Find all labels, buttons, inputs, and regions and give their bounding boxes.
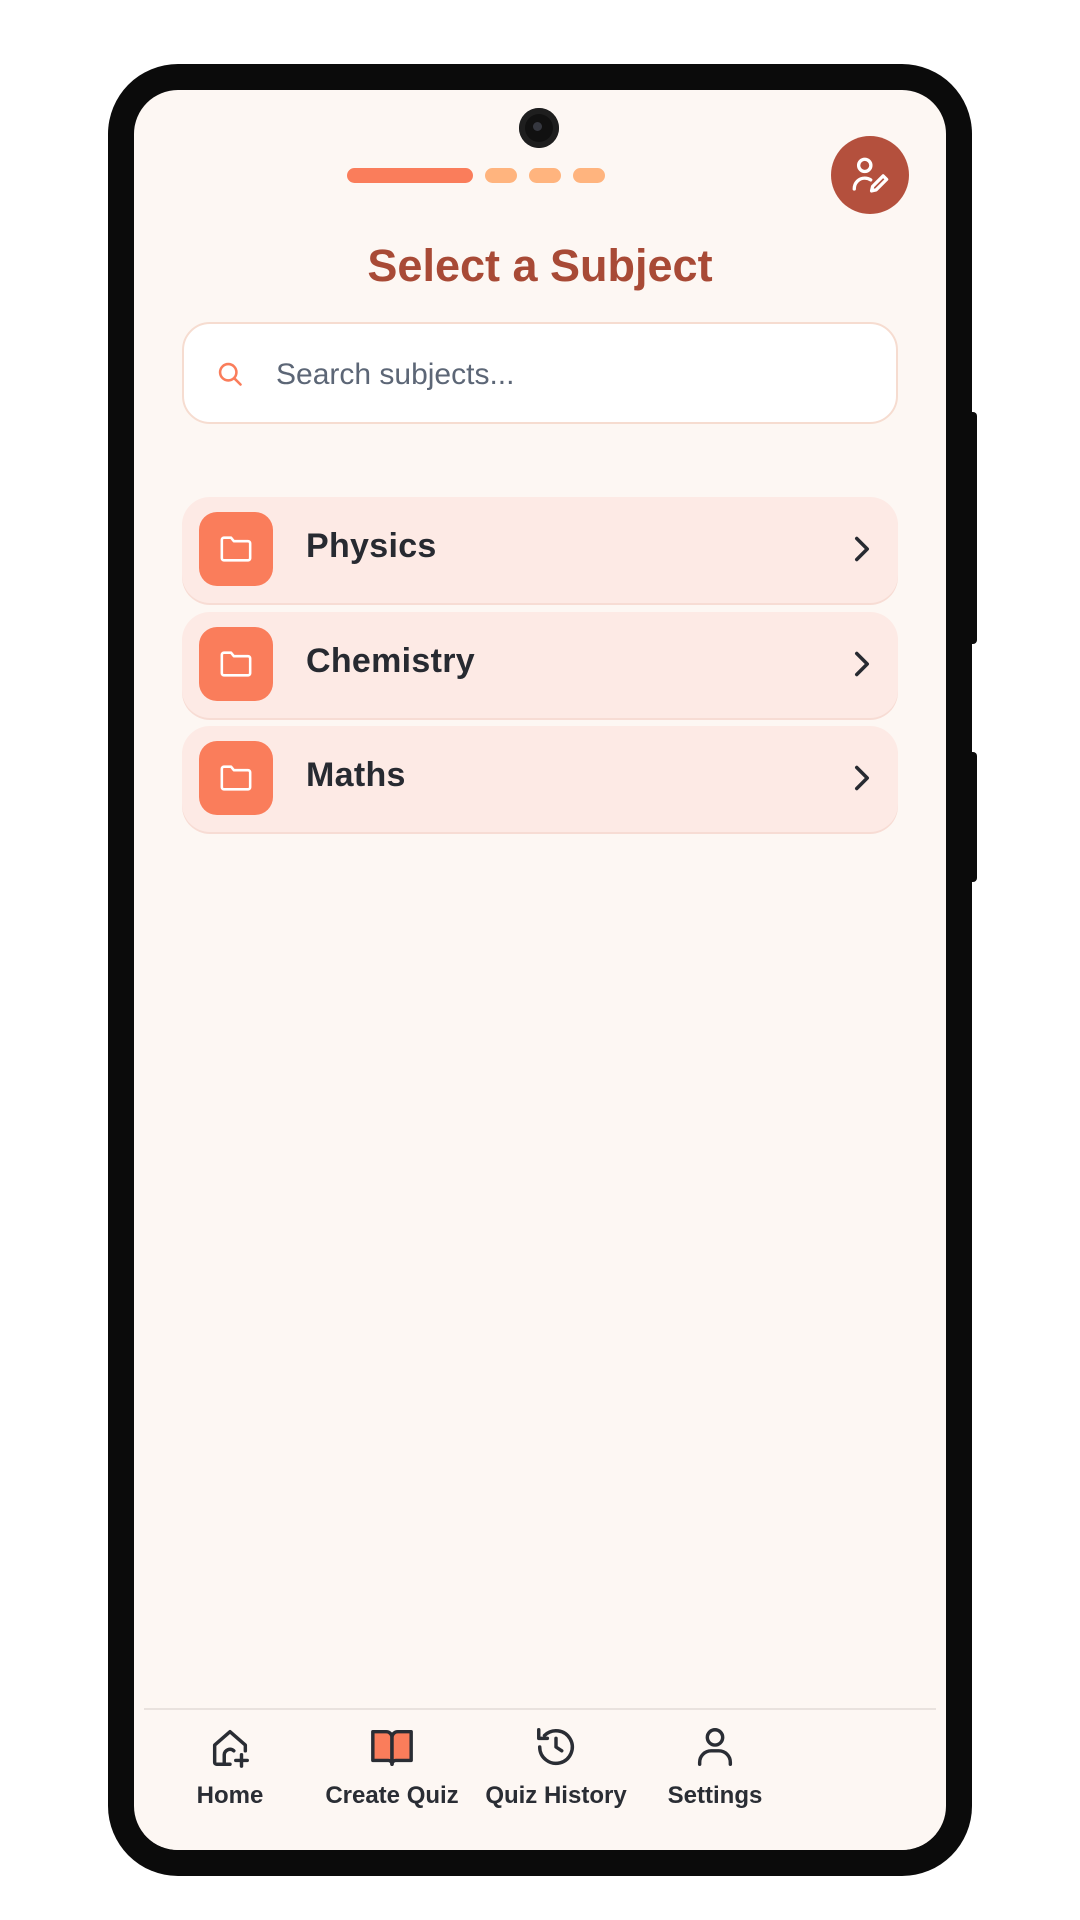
user-icon <box>697 1728 733 1766</box>
progress-step-1-active <box>347 168 473 183</box>
app-screen: Select a Subject Physics <box>134 90 946 1850</box>
bottom-navigation: Home Create Quiz Quiz History Settings <box>144 1708 936 1850</box>
user-edit-icon <box>852 157 889 193</box>
edit-profile-button[interactable] <box>831 136 909 214</box>
folder-icon-container <box>199 512 273 586</box>
chevron-right-icon <box>855 536 869 562</box>
home-add-icon <box>212 1729 249 1768</box>
search-input[interactable] <box>274 344 858 406</box>
folder-icon-container <box>199 627 273 701</box>
volume-button <box>971 412 977 644</box>
progress-step-4 <box>573 168 605 183</box>
nav-label: Settings <box>667 1782 763 1809</box>
page-title: Select a Subject <box>367 240 713 291</box>
book-open-icon <box>371 1729 413 1766</box>
phone-frame: Select a Subject Physics <box>108 64 977 1876</box>
search-box[interactable] <box>182 322 898 424</box>
front-camera <box>519 108 559 148</box>
history-icon <box>537 1728 574 1766</box>
folder-icon <box>220 536 252 562</box>
subject-label: Chemistry <box>306 642 475 680</box>
subject-item-physics[interactable]: Physics <box>182 497 898 603</box>
folder-icon <box>220 765 252 791</box>
chevron-right-icon <box>855 651 869 677</box>
folder-icon <box>220 651 252 677</box>
power-button <box>971 752 977 882</box>
subject-item-chemistry[interactable]: Chemistry <box>182 612 898 718</box>
subject-label: Physics <box>306 527 437 565</box>
nav-tab-settings[interactable]: Settings <box>615 1722 815 1810</box>
subject-item-maths[interactable]: Maths <box>182 726 898 832</box>
progress-step-2 <box>485 168 517 183</box>
subject-label: Maths <box>306 756 406 794</box>
folder-icon-container <box>199 741 273 815</box>
search-icon <box>218 362 242 386</box>
chevron-right-icon <box>855 765 869 791</box>
progress-step-3 <box>529 168 561 183</box>
